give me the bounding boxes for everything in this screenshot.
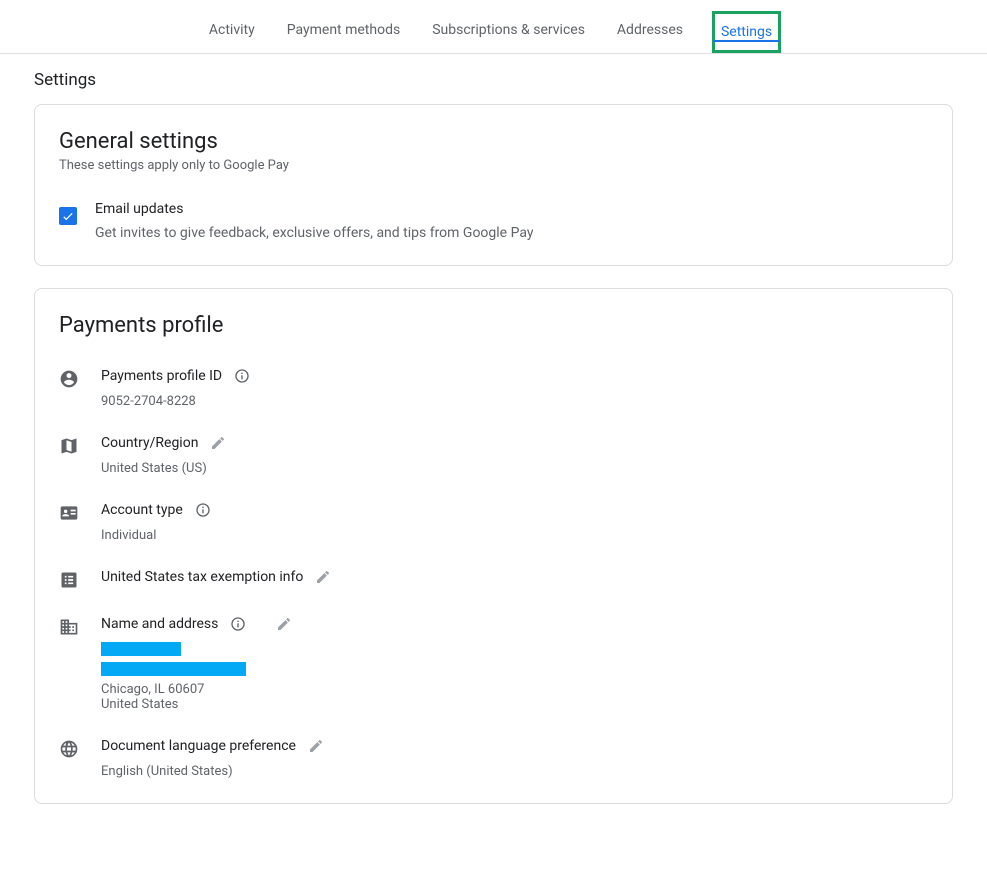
profile-id-value: 9052-2704-8228	[101, 394, 928, 409]
list-icon	[59, 570, 79, 590]
doc-lang-value: English (United States)	[101, 764, 928, 779]
tab-payment-methods[interactable]: Payment methods	[285, 16, 402, 54]
person-icon	[59, 369, 79, 389]
info-icon[interactable]	[234, 368, 250, 384]
tab-settings[interactable]: Settings	[713, 12, 780, 52]
tab-addresses[interactable]: Addresses	[615, 16, 685, 54]
badge-icon	[59, 503, 79, 523]
tab-activity[interactable]: Activity	[207, 16, 257, 54]
payments-profile-card: Payments profile Payments profile ID 905…	[34, 288, 953, 804]
top-tabs: Activity Payment methods Subscriptions &…	[0, 0, 987, 54]
name-address-label: Name and address	[101, 616, 218, 632]
email-updates-checkbox[interactable]	[59, 207, 77, 225]
pencil-icon[interactable]	[308, 738, 324, 754]
tax-label: United States tax exemption info	[101, 569, 303, 585]
globe-icon	[59, 739, 79, 759]
page-title: Settings	[34, 70, 953, 90]
pencil-icon[interactable]	[315, 569, 331, 585]
doc-lang-label: Document language preference	[101, 738, 296, 754]
info-icon[interactable]	[195, 502, 211, 518]
email-updates-desc: Get invites to give feedback, exclusive …	[95, 225, 533, 241]
country-label: Country/Region	[101, 435, 198, 451]
account-type-value: Individual	[101, 528, 928, 543]
profile-id-label: Payments profile ID	[101, 368, 222, 384]
email-updates-label: Email updates	[95, 201, 533, 217]
building-icon	[59, 617, 79, 637]
general-settings-card: General settings These settings apply on…	[34, 104, 953, 266]
country-value: United States (US)	[101, 461, 928, 476]
map-icon	[59, 436, 79, 456]
account-type-label: Account type	[101, 502, 183, 518]
info-icon[interactable]	[230, 616, 246, 632]
pencil-icon[interactable]	[276, 616, 292, 632]
address-city: Chicago, IL 60607	[101, 682, 928, 697]
redacted-street	[101, 662, 246, 676]
tab-subscriptions[interactable]: Subscriptions & services	[430, 16, 587, 54]
redacted-name	[101, 642, 181, 656]
payments-profile-heading: Payments profile	[59, 313, 928, 338]
email-updates-row: Email updates Get invites to give feedba…	[59, 201, 928, 241]
address-country: United States	[101, 697, 928, 712]
pencil-icon[interactable]	[210, 435, 226, 451]
general-heading: General settings	[59, 129, 928, 154]
general-subheading: These settings apply only to Google Pay	[59, 158, 928, 173]
